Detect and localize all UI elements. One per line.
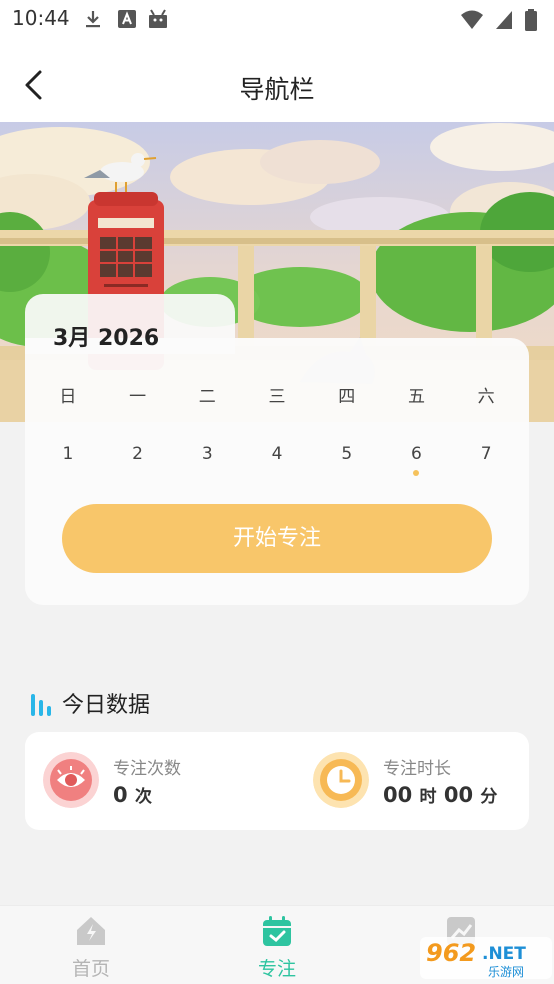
focus-count-value: 0 次 xyxy=(113,782,152,807)
page-title: 导航栏 xyxy=(239,75,315,104)
today-data-header: 今日数据 xyxy=(30,688,150,718)
clock-icon xyxy=(313,752,369,808)
weekday-row: 日 一 二 三 四 五 六 xyxy=(33,382,521,407)
svg-text:乐游网: 乐游网 xyxy=(488,965,524,979)
svg-text:962: 962 xyxy=(426,939,476,967)
weekday-label: 日 xyxy=(59,387,77,407)
calendar-day[interactable]: 5 xyxy=(312,444,382,464)
navigation-bar: 导航栏 xyxy=(0,40,554,122)
weekday-label: 五 xyxy=(407,387,425,407)
tab-focus-label: 专注 xyxy=(257,958,296,980)
wifi-icon xyxy=(461,10,483,29)
calendar-day[interactable]: 3 xyxy=(172,444,242,464)
focus-duration-label: 专注时长 xyxy=(383,759,451,779)
calendar-day[interactable]: 7 xyxy=(451,444,521,464)
focus-hours-unit: 时 xyxy=(419,787,437,807)
calendar-day-today-number: 6 xyxy=(411,444,422,464)
focus-count-number: 0 xyxy=(113,783,128,807)
weekday-label: 四 xyxy=(338,387,356,407)
focus-duration-value: 00 时 00 分 xyxy=(383,782,497,807)
start-focus-button[interactable]: 开始专注 xyxy=(62,504,492,573)
calendar-day[interactable]: 1 xyxy=(33,444,103,464)
focus-count-label: 专注次数 xyxy=(113,759,181,779)
android-icon xyxy=(149,9,167,28)
weekday-label: 一 xyxy=(129,387,147,407)
focus-count-stat: 专注次数 0 次 xyxy=(43,752,243,812)
focus-minutes: 00 xyxy=(443,783,474,807)
home-icon xyxy=(77,917,105,945)
battery-icon xyxy=(525,9,537,31)
signal-icon xyxy=(496,11,512,29)
weekday-label: 六 xyxy=(477,387,495,407)
date-row: 1 2 3 4 5 6 7 xyxy=(33,444,521,476)
svg-text:.NET: .NET xyxy=(482,944,526,964)
watermark-logo: 962 .NET 乐游网 xyxy=(420,937,552,979)
bar-chart-icon xyxy=(31,694,51,716)
calendar-card: 3月 2026 日 一 二 三 四 五 六 1 2 3 4 5 6 7 开始专注 xyxy=(25,294,529,605)
focus-hours: 00 xyxy=(383,783,413,807)
focus-count-unit: 次 xyxy=(134,787,152,807)
focus-minutes-unit: 分 xyxy=(480,787,498,807)
today-data-title: 今日数据 xyxy=(62,693,151,718)
weekday-label: 二 xyxy=(198,387,216,407)
eye-icon xyxy=(43,752,99,808)
status-bar: 10:44 xyxy=(0,0,554,40)
status-time: 10:44 xyxy=(12,6,70,30)
download-icon xyxy=(86,11,100,28)
calendar-day[interactable]: 2 xyxy=(103,444,173,464)
tab-home-label: 首页 xyxy=(71,958,110,980)
today-stats-card: 专注次数 0 次 专注时长 00 时 00 分 xyxy=(25,732,529,830)
tab-focus[interactable]: 专注 xyxy=(232,914,322,981)
calendar-day-today[interactable]: 6 xyxy=(382,444,452,476)
calendar-month-label: 3月 2026 xyxy=(53,326,160,351)
font-icon xyxy=(118,10,136,28)
calendar-day[interactable]: 4 xyxy=(242,444,312,464)
tab-home[interactable]: 首页 xyxy=(46,914,136,981)
weekday-label: 三 xyxy=(268,387,286,407)
focus-duration-stat: 专注时长 00 时 00 分 xyxy=(313,752,513,812)
calendar-check-icon xyxy=(263,916,291,946)
